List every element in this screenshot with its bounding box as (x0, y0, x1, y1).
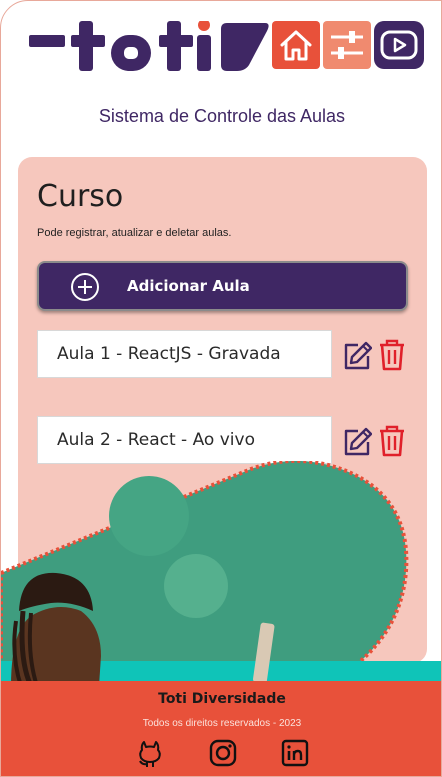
plus-circle-icon (71, 273, 99, 301)
settings-nav-button[interactable] (323, 21, 371, 69)
instagram-icon[interactable] (208, 738, 238, 768)
hero-illustration (1, 461, 441, 686)
linkedin-icon[interactable] (280, 738, 310, 768)
edit-icon[interactable] (342, 427, 372, 457)
course-description: Pode registrar, atualizar e deletar aula… (37, 227, 232, 239)
edit-icon[interactable] (342, 341, 372, 371)
footer: Toti Diversidade Todos os direitos reser… (1, 681, 441, 776)
add-lesson-button[interactable]: Adicionar Aula (37, 261, 408, 311)
footer-copyright: Todos os direitos reservados - 2023 (142, 718, 302, 729)
home-icon (280, 30, 312, 61)
lesson-label: Aula 1 - ReactJS - Gravada (57, 344, 281, 364)
trash-icon[interactable] (378, 425, 406, 457)
play-nav-button[interactable] (374, 21, 424, 69)
play-icon (380, 30, 418, 60)
github-icon[interactable] (135, 738, 165, 768)
toti-logo (29, 21, 269, 71)
add-lesson-label: Adicionar Aula (127, 277, 250, 295)
app-frame: Sistema de Controle das Aulas Curso Pode… (0, 0, 442, 777)
lesson-item[interactable]: Aula 2 - React - Ao vivo (37, 416, 332, 464)
home-nav-button[interactable] (272, 21, 320, 69)
page-title: Sistema de Controle das Aulas (98, 106, 346, 126)
footer-title: Toti Diversidade (158, 691, 286, 707)
trash-icon[interactable] (378, 339, 406, 371)
sliders-icon (331, 31, 363, 59)
lesson-item[interactable]: Aula 1 - ReactJS - Gravada (37, 330, 332, 378)
course-title: Curso (37, 179, 124, 214)
lesson-label: Aula 2 - React - Ao vivo (57, 430, 255, 450)
